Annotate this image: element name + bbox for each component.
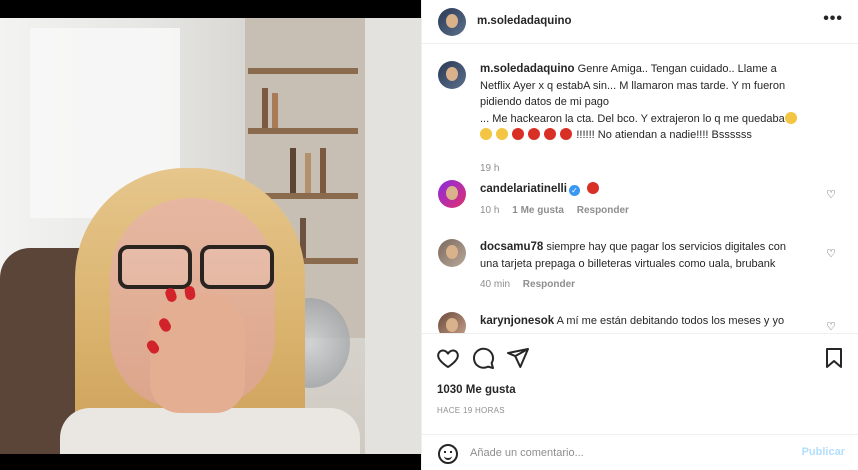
caption: m.soledadaquino Genre Amiga.. Tengan cui… bbox=[436, 61, 846, 174]
comment-item: docsamu78 siempre hay que pagar los serv… bbox=[436, 239, 846, 299]
comments-list[interactable]: m.soledadaquino Genre Amiga.. Tengan cui… bbox=[422, 45, 858, 333]
comment-username[interactable]: candelariatinelli bbox=[480, 183, 567, 195]
post-photo bbox=[0, 18, 421, 454]
comment-time[interactable]: 10 h bbox=[480, 205, 499, 216]
angry-emoji-icon bbox=[512, 128, 525, 140]
angry-emoji-icon bbox=[528, 128, 541, 140]
commenter-avatar[interactable] bbox=[438, 180, 466, 208]
post-actions: 1030 Me gusta HACE 19 HORAS bbox=[422, 333, 858, 433]
commenter-avatar[interactable] bbox=[438, 239, 466, 267]
commenter-avatar[interactable] bbox=[438, 312, 466, 333]
caption-line: pidiendo datos de mi pago bbox=[480, 96, 610, 108]
sad-emoji-icon bbox=[784, 111, 797, 124]
comment-username[interactable]: karynjonesok bbox=[480, 315, 554, 327]
book bbox=[262, 88, 268, 128]
author-avatar[interactable] bbox=[438, 8, 466, 36]
comment-icon[interactable] bbox=[471, 346, 495, 370]
shelf-board bbox=[248, 68, 358, 74]
sad-emoji-icon bbox=[480, 128, 492, 140]
comment-line: siempre hay que pagar los servicios digi… bbox=[546, 241, 787, 253]
caption-line: !!!!!! No atiendan a nadie!!!! Bssssss bbox=[576, 129, 752, 141]
emoji-smile-icon[interactable] bbox=[438, 444, 458, 464]
post-header: m.soledadaquino ••• bbox=[422, 0, 858, 44]
angry-emoji-icon bbox=[587, 182, 599, 194]
caption-line: ... Me hackearon la cta. Del bco. Y extr… bbox=[480, 112, 785, 125]
comment-item: karynjonesok A mí me están debitando tod… bbox=[436, 312, 846, 333]
glasses-lens bbox=[200, 245, 274, 289]
background-wall-right bbox=[365, 18, 421, 454]
comment-item: candelariatinelli ✓ 10 h 1 Me gusta Respo… bbox=[436, 180, 846, 220]
glasses-lens bbox=[118, 245, 192, 289]
shelf-board bbox=[248, 128, 358, 134]
heart-outline-icon[interactable]: ♡ bbox=[826, 320, 836, 333]
caption-text: m.soledadaquino Genre Amiga.. Tengan cui… bbox=[480, 61, 830, 144]
likes-count[interactable]: 1030 Me gusta bbox=[437, 384, 516, 396]
comment-time[interactable]: 40 min bbox=[480, 279, 510, 290]
like-heart-icon[interactable] bbox=[436, 346, 460, 370]
comment-input[interactable] bbox=[470, 444, 770, 462]
author-username[interactable]: m.soledadaquino bbox=[477, 15, 572, 27]
add-comment-bar: Publicar bbox=[422, 434, 858, 470]
reply-button[interactable]: Responder bbox=[577, 205, 629, 216]
person-shirt bbox=[60, 408, 360, 454]
post-media[interactable] bbox=[0, 0, 421, 470]
angry-emoji-icon bbox=[544, 128, 557, 140]
bookmark-icon[interactable] bbox=[822, 346, 846, 370]
angry-emoji-icon bbox=[560, 128, 573, 140]
heart-outline-icon[interactable]: ♡ bbox=[826, 188, 836, 201]
sad-emoji-icon bbox=[496, 128, 509, 140]
caption-avatar[interactable] bbox=[438, 61, 466, 89]
glasses bbox=[118, 245, 274, 291]
post-panel: m.soledadaquino ••• m.soledadaquino Genr… bbox=[421, 0, 858, 470]
reply-button[interactable]: Responder bbox=[523, 279, 575, 290]
caption-time[interactable]: 19 h bbox=[480, 163, 499, 174]
comment-meta: 10 h 1 Me gusta Responder bbox=[480, 205, 629, 216]
caption-line: Netflix Ayer x q estabA sin... M llamaro… bbox=[480, 79, 786, 92]
book bbox=[320, 148, 326, 193]
caption-line: Genre Amiga.. Tengan cuidado.. Llame a bbox=[577, 63, 777, 75]
comment-meta: 40 min Responder bbox=[480, 279, 575, 290]
book bbox=[290, 148, 296, 193]
comment-text: docsamu78 siempre hay que pagar los serv… bbox=[480, 239, 830, 272]
comment-likes[interactable]: 1 Me gusta bbox=[512, 205, 564, 216]
more-horizontal-icon[interactable]: ••• bbox=[823, 10, 843, 28]
caption-username[interactable]: m.soledadaquino bbox=[480, 63, 575, 75]
comment-text: candelariatinelli ✓ bbox=[480, 181, 830, 198]
book bbox=[272, 93, 278, 128]
verified-badge-icon: ✓ bbox=[568, 185, 580, 196]
share-paper-plane-icon[interactable] bbox=[506, 346, 530, 370]
comment-text: karynjonesok A mí me están debitando tod… bbox=[480, 313, 830, 330]
person-hand bbox=[150, 293, 245, 413]
comment-line: A mí me están debitando todos los meses … bbox=[556, 315, 785, 327]
comment-username[interactable]: docsamu78 bbox=[480, 241, 543, 253]
posted-time[interactable]: HACE 19 HORAS bbox=[437, 406, 505, 415]
comment-line: una tarjeta prepaga o billeteras virtual… bbox=[480, 257, 776, 270]
book bbox=[305, 153, 311, 193]
publish-button[interactable]: Publicar bbox=[802, 446, 845, 458]
heart-outline-icon[interactable]: ♡ bbox=[826, 247, 836, 260]
